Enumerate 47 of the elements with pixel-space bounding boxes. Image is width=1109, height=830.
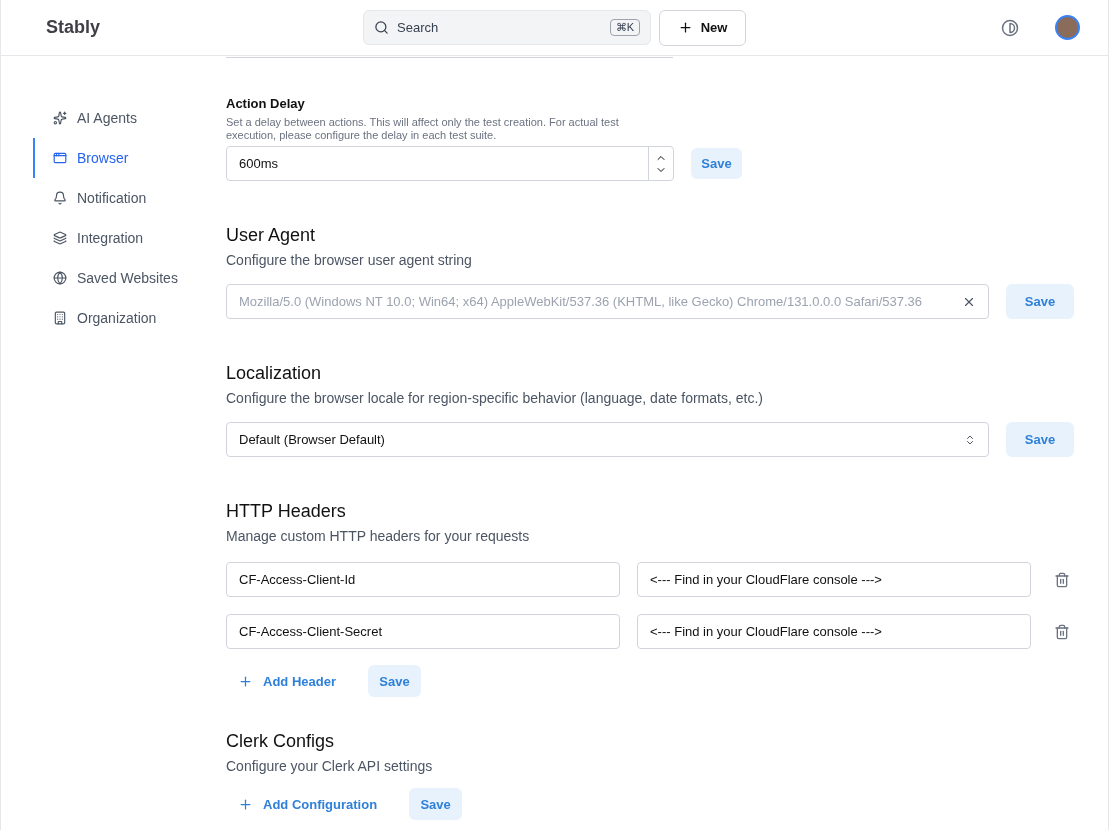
section-title: HTTP Headers	[226, 501, 347, 522]
theme-toggle-icon[interactable]	[1001, 18, 1019, 37]
section-description: Configure your Clerk API settings	[226, 758, 434, 774]
section-description: Manage custom HTTP headers for your requests	[226, 528, 531, 544]
search-field[interactable]: Search ⌘K	[363, 10, 651, 45]
sidebar-item[interactable]: AI Agents	[33, 98, 226, 138]
header-value-input[interactable]: <--- Find in your CloudFlare console --->	[637, 562, 1031, 597]
section-description: Set a delay between actions. This will affect only the test creation. For actual test execution, please configure the delay in each test suite.	[226, 116, 620, 142]
window-icon	[53, 151, 67, 165]
header-value-input[interactable]: <--- Find in your CloudFlare console --->	[637, 614, 1031, 649]
save-button[interactable]: Save	[691, 148, 742, 179]
save-button[interactable]: Save	[367, 665, 421, 697]
brand-logo: Stably	[46, 17, 102, 38]
new-button[interactable]: New	[659, 9, 746, 46]
sidebar-item[interactable]: Saved Websites	[33, 258, 226, 298]
section-description: Configure the browser locale for region-specific behavior (language, date formats, etc.)	[226, 390, 764, 406]
save-button[interactable]: Save	[1006, 422, 1074, 457]
bell-icon	[53, 191, 67, 205]
globe-icon	[53, 271, 67, 285]
header-name-input[interactable]: CF-Access-Client-Id	[226, 562, 620, 597]
section-description: Configure the browser user agent string	[226, 252, 473, 268]
sidebar-item[interactable]: Notification	[33, 178, 226, 218]
select-field[interactable]: Default (Browser Default)	[226, 422, 990, 457]
sidebar-item[interactable]: Organization	[33, 298, 226, 338]
sidebar-item[interactable]: Browser	[33, 138, 226, 178]
header-name-input[interactable]: CF-Access-Client-Secret	[226, 614, 620, 649]
building-icon	[53, 311, 67, 325]
section-label: Action Delay	[226, 96, 306, 111]
trash-icon[interactable]	[1054, 571, 1070, 588]
number-input[interactable]: 600ms	[226, 146, 674, 181]
section-title: Localization	[226, 363, 323, 384]
sidebar-item[interactable]: Integration	[33, 218, 226, 258]
save-button[interactable]: Save	[409, 788, 463, 820]
section-title: User Agent	[226, 225, 317, 246]
add-configuration-button[interactable]: Add Configuration	[226, 788, 390, 820]
search-icon	[374, 20, 389, 35]
section-title: Clerk Configs	[226, 731, 336, 752]
avatar[interactable]	[1055, 15, 1080, 40]
layers-icon	[53, 231, 67, 245]
shortcut-key: ⌘K	[609, 19, 640, 36]
plus-icon	[238, 796, 253, 812]
sparkles-icon	[53, 111, 67, 125]
plus-icon	[677, 20, 693, 35]
save-button[interactable]: Save	[1006, 284, 1074, 319]
add-header-button[interactable]: Add Header	[226, 665, 348, 697]
trash-icon[interactable]	[1054, 623, 1070, 640]
plus-icon	[238, 673, 253, 689]
